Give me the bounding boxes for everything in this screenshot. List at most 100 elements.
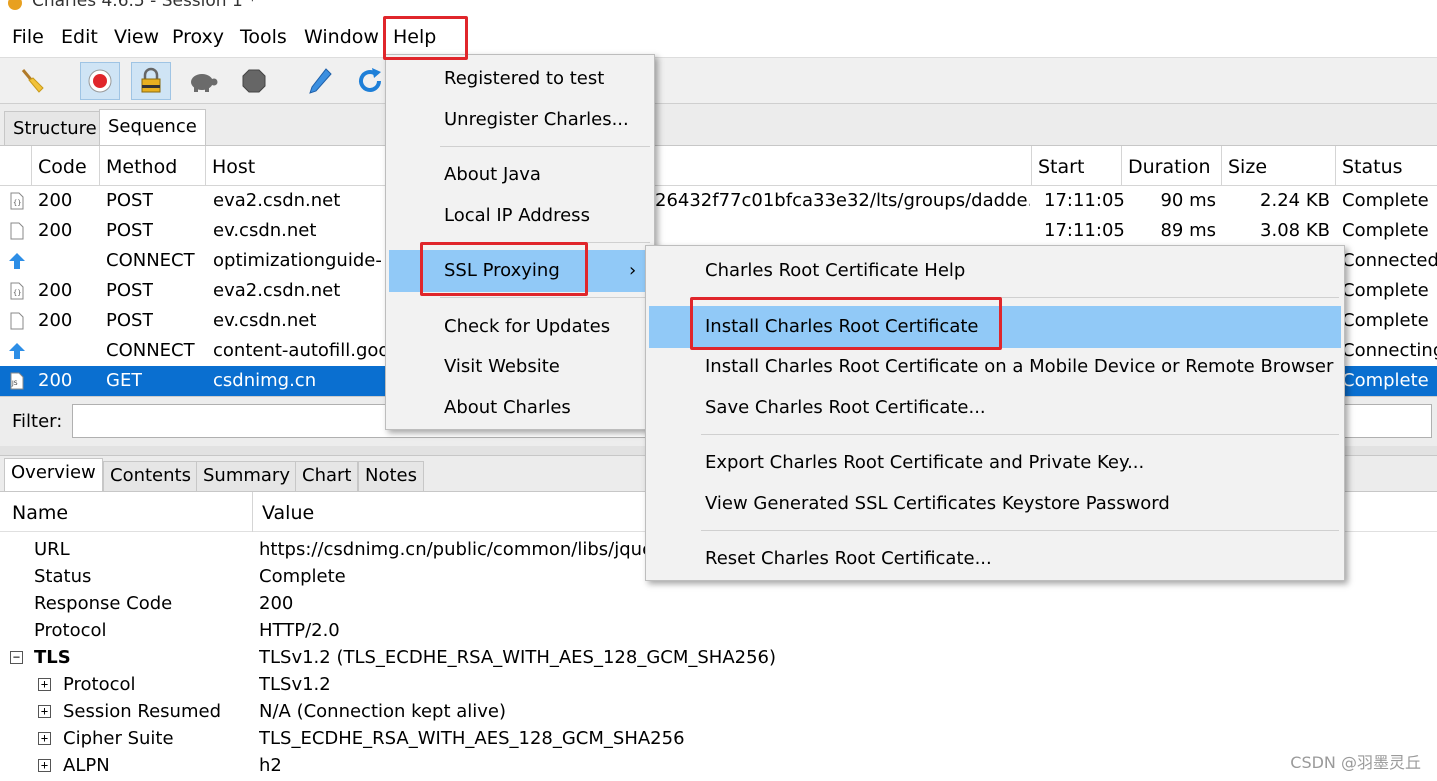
cell-code: 200 (38, 280, 73, 301)
breakpoint-hexagon-icon[interactable] (234, 62, 274, 100)
column-header-name[interactable]: Name (12, 502, 68, 524)
column-header-start[interactable]: Start (1032, 146, 1122, 186)
tab-sequence[interactable]: Sequence (99, 109, 206, 145)
overview-row-tls[interactable]: − TLS TLSv1.2 (TLS_ECDHE_RSA_WITH_AES_12… (0, 645, 1437, 672)
cell-start: 17:11:05 (1044, 190, 1125, 211)
svg-text:{}: {} (13, 199, 21, 207)
overview-row[interactable]: Response Code 200 (0, 591, 1437, 618)
ssl-proxying-submenu: Charles Root Certificate Help Install Ch… (645, 245, 1345, 581)
expand-icon[interactable]: + (38, 705, 51, 718)
expand-icon[interactable]: + (38, 678, 51, 691)
cell-host: eva2.csdn.net (213, 190, 341, 211)
row-value: N/A (Connection kept alive) (259, 701, 506, 722)
file-icon (8, 221, 26, 241)
json-file-icon: {} (8, 191, 26, 211)
tab-structure[interactable]: Structure (4, 111, 106, 145)
tab-overview[interactable]: Overview (4, 458, 103, 491)
menu-help[interactable]: Help (393, 26, 436, 48)
menu-item-visit-website[interactable]: Visit Website (386, 346, 654, 388)
submenu-item-root-cert-help[interactable]: Charles Root Certificate Help (646, 250, 1344, 292)
overview-row[interactable]: + ALPN h2 (0, 753, 1437, 780)
menu-proxy[interactable]: Proxy (172, 26, 224, 48)
row-value: HTTP/2.0 (259, 620, 340, 641)
row-name: Cipher Suite (63, 728, 174, 749)
repeat-refresh-icon[interactable] (350, 62, 390, 100)
cell-status: Connecting (1342, 340, 1437, 361)
cell-status: Complete (1342, 190, 1429, 211)
row-name: Response Code (34, 593, 173, 614)
submenu-item-export-root-cert[interactable]: Export Charles Root Certificate and Priv… (646, 442, 1344, 484)
submenu-arrow-icon: › (629, 260, 637, 281)
overview-row[interactable]: + Protocol TLSv1.2 (0, 672, 1437, 699)
watermark-text: CSDN @羽墨灵丘 (1290, 753, 1421, 772)
cell-method: CONNECT (106, 340, 195, 361)
menu-item-about-charles[interactable]: About Charles (386, 387, 654, 429)
submenu-item-keystore-password[interactable]: View Generated SSL Certificates Keystore… (646, 483, 1344, 525)
window-title: Charles 4.6.5 - Session 1 * (32, 0, 257, 11)
help-menu: Registered to test Unregister Charles...… (385, 54, 655, 430)
menu-item-about-java[interactable]: About Java (386, 154, 654, 196)
menu-separator (440, 242, 650, 243)
column-header-duration[interactable]: Duration (1122, 146, 1222, 186)
broom-icon[interactable] (12, 62, 52, 100)
column-header-value[interactable]: Value (262, 502, 314, 524)
cell-status: Complete (1342, 370, 1429, 391)
column-header-code[interactable]: Code (32, 146, 100, 186)
table-row[interactable]: {} 200 POST eva2.csdn.net 26432f77c01bfc… (0, 186, 1437, 216)
cell-method: GET (106, 370, 143, 391)
column-divider[interactable] (252, 492, 253, 532)
row-value: TLS_ECDHE_RSA_WITH_AES_128_GCM_SHA256 (259, 728, 685, 749)
file-icon (8, 311, 26, 331)
overview-row[interactable]: + Session Resumed N/A (Connection kept a… (0, 699, 1437, 726)
record-icon[interactable] (80, 62, 120, 100)
menu-separator (701, 434, 1339, 435)
menu-file[interactable]: File (12, 26, 44, 48)
cell-method: POST (106, 220, 154, 241)
upload-arrow-icon (8, 341, 26, 361)
cell-code: 200 (38, 310, 73, 331)
menu-item-registered[interactable]: Registered to test (386, 58, 654, 100)
menu-tools[interactable]: Tools (240, 26, 287, 48)
tab-chart[interactable]: Chart (295, 461, 359, 491)
submenu-item-reset-root-cert[interactable]: Reset Charles Root Certificate... (646, 538, 1344, 580)
row-value: h2 (259, 755, 282, 776)
menu-item-unregister[interactable]: Unregister Charles... (386, 99, 654, 141)
json-file-icon: {} (8, 281, 26, 301)
title-bar: Charles 4.6.5 - Session 1 * (0, 0, 1437, 18)
menu-item-local-ip[interactable]: Local IP Address (386, 195, 654, 237)
submenu-item-install-mobile[interactable]: Install Charles Root Certificate on a Mo… (646, 346, 1344, 388)
menu-view[interactable]: View (114, 26, 159, 48)
tab-notes[interactable]: Notes (358, 461, 424, 491)
collapse-icon[interactable]: − (10, 651, 23, 664)
submenu-item-install-root-cert[interactable]: Install Charles Root Certificate (649, 306, 1341, 348)
column-header-status[interactable]: Status (1336, 146, 1437, 186)
cell-method: POST (106, 310, 154, 331)
row-name: Protocol (63, 674, 136, 695)
table-header: Code Method Host Start Duration Size Sta… (0, 146, 1437, 186)
expand-icon[interactable]: + (38, 759, 51, 772)
column-header-size[interactable]: Size (1222, 146, 1336, 186)
submenu-item-save-root-cert[interactable]: Save Charles Root Certificate... (646, 387, 1344, 429)
tab-summary[interactable]: Summary (196, 461, 297, 491)
table-row[interactable]: 200 POST ev.csdn.net 17:11:05 89 ms 3.08… (0, 216, 1437, 246)
compose-pen-icon[interactable] (300, 62, 340, 100)
svg-text:{}: {} (13, 289, 21, 297)
expand-icon[interactable]: + (38, 732, 51, 745)
row-value: Complete (259, 566, 346, 587)
toolbar (0, 58, 1437, 104)
throttle-turtle-icon[interactable] (183, 62, 223, 100)
overview-row[interactable]: + Cipher Suite TLS_ECDHE_RSA_WITH_AES_12… (0, 726, 1437, 753)
tab-contents[interactable]: Contents (103, 461, 198, 491)
overview-row[interactable]: Protocol HTTP/2.0 (0, 618, 1437, 645)
menu-edit[interactable]: Edit (61, 26, 98, 48)
menu-item-ssl-proxying[interactable]: SSL Proxying › (389, 250, 651, 292)
ssl-lock-icon[interactable] (131, 62, 171, 100)
menu-window[interactable]: Window (304, 26, 379, 48)
menu-bar: File Edit View Proxy Tools Window Help (0, 18, 1437, 58)
menu-item-check-updates[interactable]: Check for Updates (386, 306, 654, 348)
column-header-method[interactable]: Method (100, 146, 206, 186)
row-name: TLS (34, 647, 71, 668)
cell-status: Connected (1342, 250, 1437, 271)
svg-text:JS: JS (11, 380, 18, 387)
cell-code: 200 (38, 190, 73, 211)
